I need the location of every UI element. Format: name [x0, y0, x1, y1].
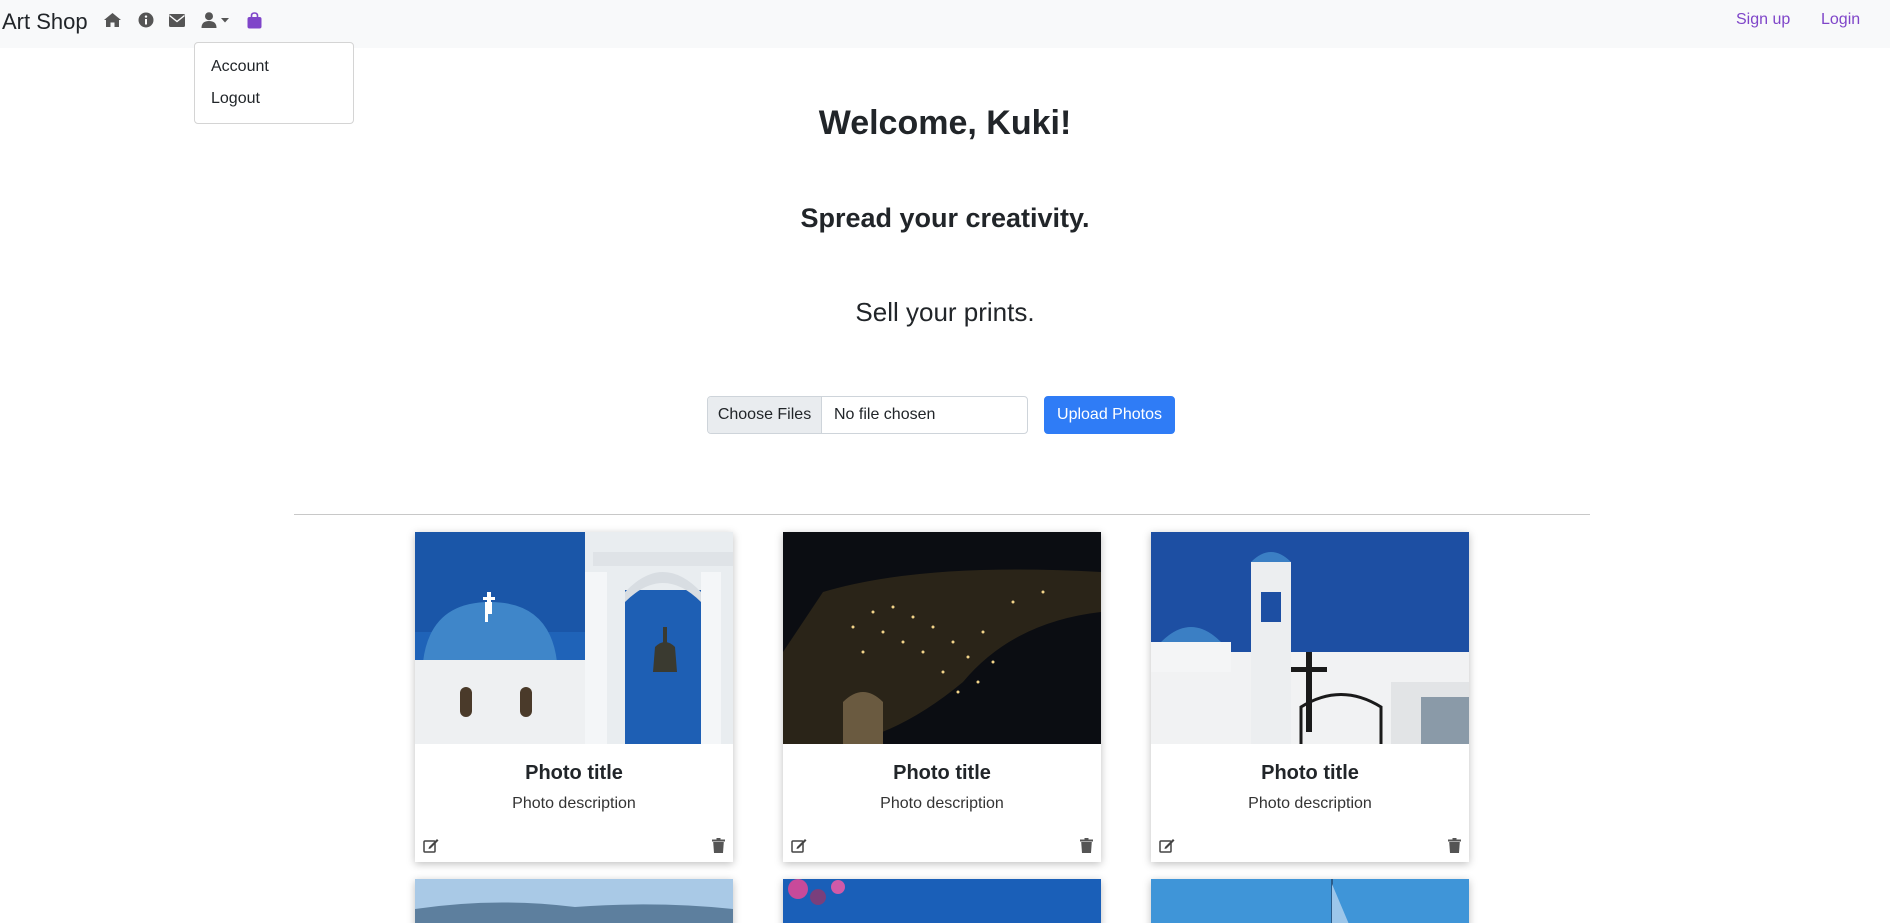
photo-card: Photo title Photo description — [783, 532, 1101, 862]
user-menu-toggle[interactable] — [200, 10, 232, 30]
upload-photos-button[interactable]: Upload Photos — [1044, 396, 1175, 434]
trash-icon[interactable] — [1448, 838, 1461, 858]
info-icon[interactable] — [136, 10, 156, 30]
subtitle-text: Sell your prints. — [855, 297, 1035, 327]
photo-image[interactable] — [415, 879, 733, 923]
photo-title: Photo title — [525, 762, 623, 784]
edit-icon[interactable] — [1159, 838, 1175, 858]
photo-card: Photo title Photo description — [415, 532, 733, 862]
welcome-heading: Welcome, Kuki! — [818, 104, 1072, 142]
shopping-bag-icon[interactable] — [244, 10, 264, 30]
home-icon[interactable] — [102, 10, 122, 30]
trash-icon[interactable] — [712, 838, 725, 858]
photo-title: Photo title — [1261, 762, 1359, 784]
photo-description: Photo description — [880, 795, 1004, 812]
edit-icon[interactable] — [791, 838, 807, 858]
login-link[interactable]: Login — [1821, 11, 1860, 29]
choose-files-button[interactable]: Choose Files — [708, 397, 822, 433]
trash-icon[interactable] — [1080, 838, 1093, 858]
photo-image[interactable] — [1151, 879, 1469, 923]
user-icon — [201, 12, 229, 28]
photo-description: Photo description — [1248, 795, 1372, 812]
photo-image[interactable] — [783, 879, 1101, 923]
photo-card — [1151, 879, 1469, 923]
dropdown-item-account[interactable]: Account — [211, 58, 269, 76]
file-status-text: No file chosen — [834, 406, 936, 423]
file-input[interactable]: Choose Files No file chosen — [707, 396, 1028, 434]
signup-link[interactable]: Sign up — [1736, 11, 1790, 29]
photo-image[interactable] — [1151, 532, 1469, 744]
photo-image[interactable] — [415, 532, 733, 744]
edit-icon[interactable] — [423, 838, 439, 858]
section-divider — [294, 514, 1590, 515]
envelope-icon[interactable] — [167, 10, 187, 30]
photo-card — [783, 879, 1101, 923]
tagline-heading: Spread your creativity. — [800, 203, 1090, 233]
photo-image[interactable] — [783, 532, 1101, 744]
brand-logo[interactable]: Art Shop — [2, 9, 88, 35]
photo-description: Photo description — [512, 795, 636, 812]
photo-card: Photo title Photo description — [1151, 532, 1469, 862]
photo-title: Photo title — [893, 762, 991, 784]
photo-card — [415, 879, 733, 923]
top-navbar: Art Shop Sign up Login — [0, 0, 1890, 48]
